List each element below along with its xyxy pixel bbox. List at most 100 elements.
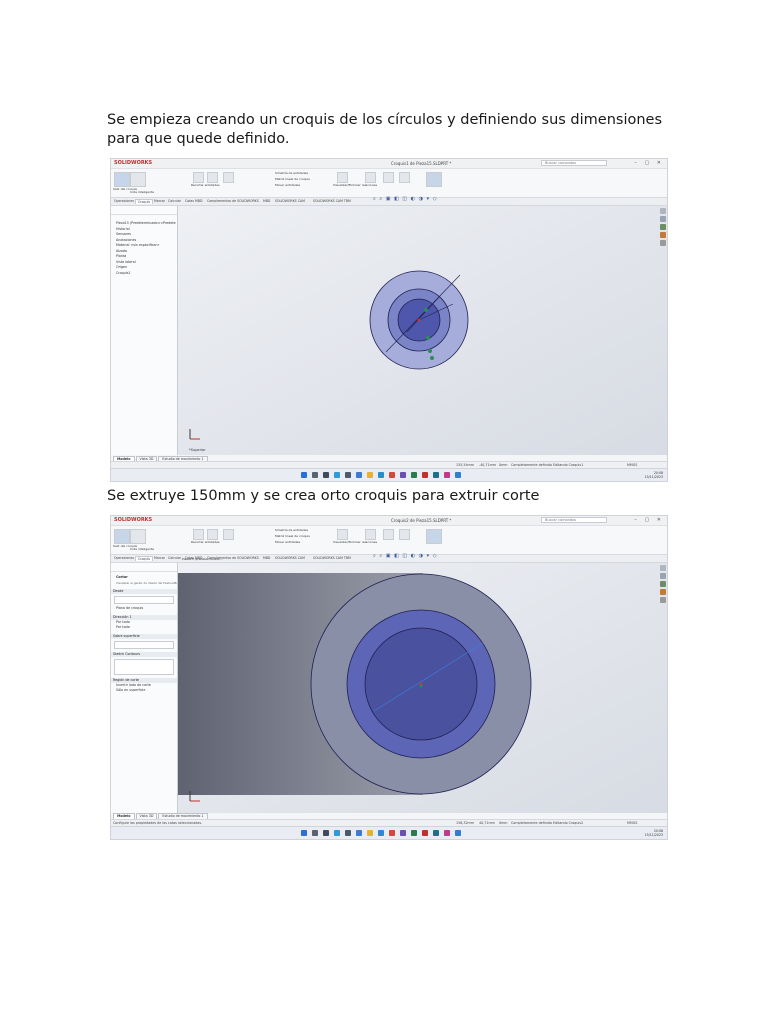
app-icon[interactable]: [400, 472, 406, 478]
search-input[interactable]: Buscar comandos: [541, 160, 607, 166]
relations-button[interactable]: [337, 529, 348, 540]
tab-croquis[interactable]: Croquis: [135, 556, 154, 561]
tab-operaciones[interactable]: Operaciones: [112, 199, 136, 203]
panel-tab-icons[interactable]: [111, 206, 177, 215]
chrome-icon[interactable]: [389, 472, 395, 478]
tab-mbd[interactable]: MBD: [261, 199, 272, 203]
units-selector[interactable]: MMGS: [627, 463, 637, 467]
solidworks-icon[interactable]: [422, 472, 428, 478]
repair-button[interactable]: [365, 172, 376, 183]
tab-cotas-mbd[interactable]: Cotas MBD: [183, 199, 204, 203]
heads-up-toolbar[interactable]: ⌕ ⌕ ▣ ◧ ◫ ◐ ◑ ▾ ◇: [373, 553, 438, 559]
tab-calcular[interactable]: Calcular: [166, 199, 183, 203]
smart-dimension-button[interactable]: [130, 172, 146, 187]
teams-icon[interactable]: [345, 830, 351, 836]
start-icon[interactable]: [301, 472, 307, 478]
explorer-icon[interactable]: [660, 581, 666, 587]
library-icon[interactable]: [660, 573, 666, 579]
offset-button[interactable]: [223, 529, 234, 540]
tab-marcar[interactable]: Marcar: [152, 556, 167, 560]
app-icon[interactable]: [455, 472, 461, 478]
properties-icon[interactable]: [660, 597, 666, 603]
section-desde[interactable]: Desde: [111, 589, 177, 594]
app-icon[interactable]: [433, 472, 439, 478]
tree-item[interactable]: Croquis1: [111, 271, 177, 277]
window-controls[interactable]: – ▢ ✕: [634, 160, 664, 166]
library-icon[interactable]: [660, 216, 666, 222]
tab-calcular[interactable]: Calcular: [166, 556, 183, 560]
shaded-contours-button[interactable]: [426, 529, 442, 544]
app-icon[interactable]: [433, 830, 439, 836]
tab-croquis[interactable]: Croquis: [135, 199, 154, 204]
relations-button[interactable]: [337, 172, 348, 183]
search-input[interactable]: Buscar comandos: [541, 517, 607, 523]
appearance-icon[interactable]: [660, 232, 666, 238]
home-icon[interactable]: [660, 208, 666, 214]
task-view-icon[interactable]: [323, 830, 329, 836]
tab-operaciones[interactable]: Operaciones: [112, 556, 136, 560]
teams-icon[interactable]: [345, 472, 351, 478]
tab-solidworks-cam[interactable]: SOLIDWORKS CAM: [273, 199, 307, 203]
smart-dimension-button[interactable]: [130, 529, 146, 544]
start-icon[interactable]: [301, 830, 307, 836]
app-icon[interactable]: [444, 830, 450, 836]
tab-mbd[interactable]: MBD: [261, 556, 272, 560]
store-icon[interactable]: [356, 830, 362, 836]
rapid-sketch-button[interactable]: [399, 172, 410, 183]
panel-tab-icons[interactable]: [111, 563, 177, 572]
offset-button[interactable]: [223, 172, 234, 183]
section-contours[interactable]: Sketch Contours: [111, 651, 177, 657]
folder-icon[interactable]: [367, 830, 373, 836]
quick-snaps-button[interactable]: [383, 529, 394, 540]
app-icon[interactable]: [400, 830, 406, 836]
app-icon[interactable]: [455, 830, 461, 836]
surface-only-checkbox[interactable]: Sólo en superficie: [111, 688, 177, 694]
explorer-icon[interactable]: [660, 224, 666, 230]
convert-button[interactable]: [207, 172, 218, 183]
quick-snaps-button[interactable]: [383, 172, 394, 183]
direccion-value-2[interactable]: Por todo: [111, 625, 177, 631]
store-icon[interactable]: [356, 472, 362, 478]
rapid-sketch-button[interactable]: [399, 529, 410, 540]
tab-marcar[interactable]: Marcar: [152, 199, 167, 203]
app-icon[interactable]: [411, 830, 417, 836]
chrome-icon[interactable]: [389, 830, 395, 836]
trim-button[interactable]: [193, 529, 204, 540]
exit-sketch-button[interactable]: [114, 172, 130, 187]
home-icon[interactable]: [660, 565, 666, 571]
trim-button[interactable]: [193, 172, 204, 183]
graphics-area[interactable]: *Superior: [178, 206, 667, 455]
app-icon[interactable]: [411, 472, 417, 478]
system-clock[interactable]: 20:08 15/11/2023: [645, 829, 663, 837]
properties-icon[interactable]: [660, 240, 666, 246]
task-view-icon[interactable]: [323, 472, 329, 478]
window-controls[interactable]: – ▢ ✕: [634, 517, 664, 523]
exit-sketch-button[interactable]: [114, 529, 130, 544]
contours-list[interactable]: [114, 658, 174, 675]
solidworks-icon[interactable]: [422, 830, 428, 836]
shaded-contours-button[interactable]: [426, 172, 442, 187]
surface-select[interactable]: [114, 640, 174, 649]
app-icon[interactable]: [444, 472, 450, 478]
tab-solidworks-cam-tbm[interactable]: SOLIDWORKS CAM TBM: [311, 199, 353, 203]
tab-solidworks-cam[interactable]: SOLIDWORKS CAM: [273, 556, 307, 560]
tree-item[interactable]: Pieza15 (Predeterminado<<Predete: [111, 221, 177, 227]
tab-solidworks-cam-tbm[interactable]: SOLIDWORKS CAM TBM: [311, 556, 353, 560]
edge-icon[interactable]: [334, 830, 340, 836]
appearance-icon[interactable]: [660, 589, 666, 595]
heads-up-toolbar[interactable]: ⌕ ⌕ ▣ ◧ ◫ ◐ ◑ ▾ ◇: [373, 196, 438, 202]
mail-icon[interactable]: [378, 472, 384, 478]
convert-button[interactable]: [207, 529, 218, 540]
mail-icon[interactable]: [378, 830, 384, 836]
repair-button[interactable]: [365, 529, 376, 540]
desde-select[interactable]: [114, 596, 174, 604]
tab-complementos[interactable]: Complementos de SOLIDWORKS: [205, 199, 261, 203]
folder-icon[interactable]: [367, 472, 373, 478]
system-clock[interactable]: 20:08 15/11/2023: [645, 471, 663, 479]
section-sobre-superficie[interactable]: Sobre superficie: [111, 633, 177, 639]
graphics-area[interactable]: Pieza15 (Predeterminado...: [178, 557, 667, 813]
units-selector[interactable]: MMGS: [627, 821, 637, 825]
edge-icon[interactable]: [334, 472, 340, 478]
search-icon[interactable]: [312, 472, 318, 478]
search-icon[interactable]: [312, 830, 318, 836]
